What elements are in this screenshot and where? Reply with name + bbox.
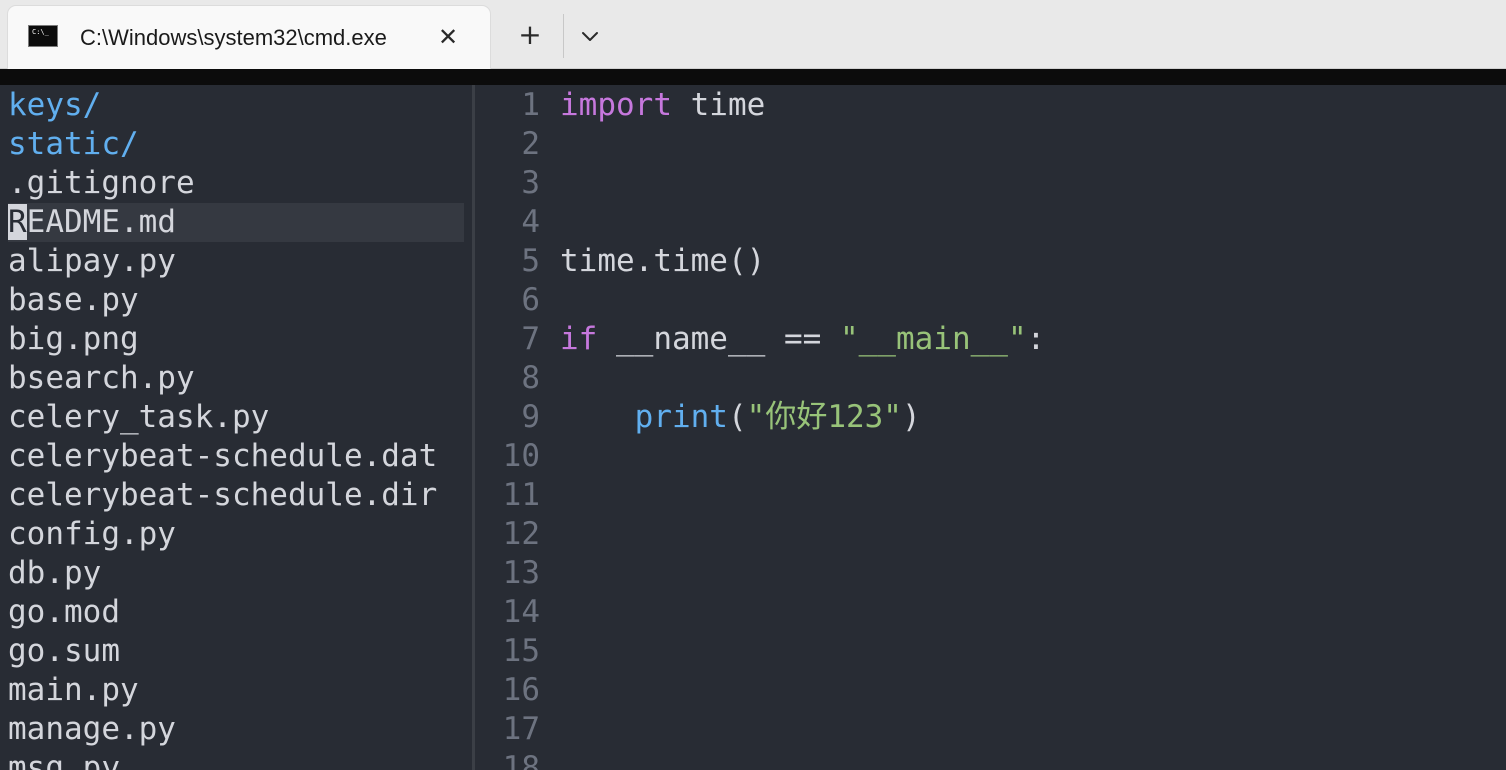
file-tree-item[interactable]: db.py	[8, 554, 464, 593]
close-icon[interactable]: ✕	[433, 22, 463, 52]
file-tree-item[interactable]: celerybeat-schedule.dat	[8, 437, 464, 476]
line-number: 5	[521, 243, 540, 279]
code-token: (	[727, 399, 747, 435]
line-number: 12	[502, 516, 540, 552]
code-token: time	[671, 87, 766, 123]
line-number: 9	[521, 399, 540, 435]
title-bar: C:\_ C:\Windows\system32\cmd.exe ✕ +	[0, 0, 1506, 69]
line-number: 18	[502, 750, 540, 770]
line-number: 17	[502, 711, 540, 747]
line-number: 6	[521, 282, 540, 318]
line-number: 13	[502, 555, 540, 591]
code-token: __name__ ==	[597, 321, 840, 357]
line-number: 16	[502, 672, 540, 708]
code-line[interactable]: time.time()	[560, 242, 765, 281]
file-tree-item[interactable]: go.sum	[8, 632, 464, 671]
line-number: 15	[502, 633, 540, 669]
file-tree-item[interactable]: manage.py	[8, 710, 464, 749]
file-tree: keys/static/.gitignore README.md alipay.py…	[0, 85, 472, 770]
file-tree-item[interactable]: alipay.py	[8, 242, 464, 281]
file-tree-item[interactable]: celery_task.py	[8, 398, 464, 437]
code-token: :	[1026, 321, 1046, 357]
line-number: 7	[521, 321, 540, 357]
code-token: time.time()	[560, 243, 766, 279]
line-number: 8	[521, 360, 540, 396]
line-number: 3	[521, 165, 540, 201]
pane-divider[interactable]	[472, 85, 475, 770]
file-tree-item[interactable]: big.png	[8, 320, 464, 359]
file-tree-item[interactable]: base.py	[8, 281, 464, 320]
file-tree-folder[interactable]: static/	[8, 125, 464, 164]
terminal-area[interactable]: keys/static/.gitignore README.md alipay.py…	[0, 85, 1506, 770]
file-tree-item[interactable]: .gitignore	[8, 164, 464, 203]
code-line[interactable]: import time	[560, 86, 765, 125]
code-token: if	[560, 321, 598, 357]
file-tree-folder[interactable]: keys/	[8, 86, 464, 125]
line-number: 4	[521, 204, 540, 240]
file-tree-item[interactable]: main.py	[8, 671, 464, 710]
cmd-icon-prompt: C:\_	[32, 28, 49, 36]
code-line[interactable]: print("你好123")	[560, 398, 921, 437]
file-tree-item[interactable]: bsearch.py	[8, 359, 464, 398]
file-tree-item[interactable]: msg.py	[8, 749, 464, 770]
file-tree-item[interactable]: go.mod	[8, 593, 464, 632]
line-number: 2	[521, 126, 540, 162]
code-token: "你好123"	[746, 399, 902, 435]
titlebar-separator	[563, 14, 564, 58]
new-tab-button[interactable]: +	[512, 18, 548, 54]
chevron-down-icon[interactable]	[574, 20, 606, 52]
terminal-top-strip	[0, 69, 1506, 85]
file-tree-item[interactable]: celerybeat-schedule.dir	[8, 476, 464, 515]
line-number: 10	[502, 438, 540, 474]
text-cursor: R	[8, 204, 27, 240]
line-number: 11	[502, 477, 540, 513]
file-tree-item[interactable]: config.py	[8, 515, 464, 554]
code-editor[interactable]: 1 2 3 4 5 6 7 8 9 10 11 12 13 14 15 16 17 18 import time ti…	[476, 85, 1506, 770]
code-line[interactable]: if __name__ == "__main__":	[560, 320, 1045, 359]
line-number: 14	[502, 594, 540, 630]
file-tree-item[interactable]: README.md	[8, 203, 464, 242]
code-token: print	[634, 399, 728, 435]
line-number: 1	[521, 87, 540, 123]
tab-title: C:\Windows\system32\cmd.exe	[80, 25, 387, 50]
code-token: )	[901, 399, 921, 435]
file-tree-item-label: EADME.md	[26, 204, 176, 240]
tab-cmd[interactable]: C:\_ C:\Windows\system32\cmd.exe ✕	[8, 6, 490, 69]
code-token: "__main__"	[839, 321, 1027, 357]
code-token: import	[560, 87, 672, 123]
cmd-icon: C:\_	[28, 25, 58, 47]
